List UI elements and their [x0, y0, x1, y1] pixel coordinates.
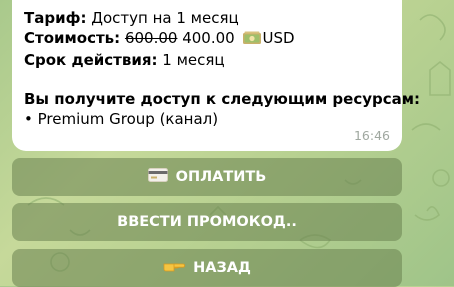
- credit-card-icon: [147, 168, 168, 186]
- promo-code-button-label: ВВЕСТИ ПРОМОКОД..: [117, 214, 297, 230]
- access-heading: Вы получите доступ к следующим ресурсам:: [24, 90, 421, 108]
- pay-button-label: ОПЛАТИТЬ: [175, 169, 267, 185]
- pointing-hand-icon: [163, 259, 186, 277]
- money-icon: [242, 30, 262, 52]
- tariff-label: Тариф:: [24, 9, 87, 27]
- cost-line: Стоимость: 600.00 400.00 USD: [24, 29, 390, 52]
- cost-currency: USD: [262, 28, 295, 47]
- message-time: 16:46: [353, 127, 390, 143]
- cost-new: 400.00: [182, 28, 235, 47]
- tariff-value: Доступ на 1 месяц: [91, 9, 239, 27]
- promo-code-button[interactable]: ВВЕСТИ ПРОМОКОД..: [12, 203, 402, 241]
- pay-button[interactable]: ОПЛАТИТЬ: [12, 158, 402, 196]
- period-line: Срок действия: 1 месяц: [24, 51, 390, 71]
- back-button[interactable]: НАЗАД: [12, 249, 402, 287]
- tariff-line: Тариф: Доступ на 1 месяц: [24, 9, 390, 29]
- period-value: 1 месяц: [162, 51, 225, 69]
- period-label: Срок действия:: [24, 51, 158, 69]
- resource-item: • Premium Group (канал): [24, 109, 219, 128]
- message-bubble: Тариф: Доступ на 1 месяц Стоимость: 600.…: [12, 0, 421, 151]
- back-button-label: НАЗАД: [193, 260, 251, 276]
- cost-label: Стоимость:: [24, 28, 121, 47]
- cost-old: 600.00: [124, 28, 178, 47]
